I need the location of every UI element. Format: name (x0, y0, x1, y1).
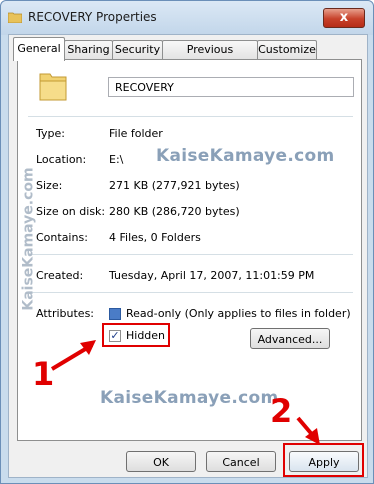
tab-general[interactable]: General (13, 37, 65, 61)
annotation-arrows (50, 340, 320, 445)
